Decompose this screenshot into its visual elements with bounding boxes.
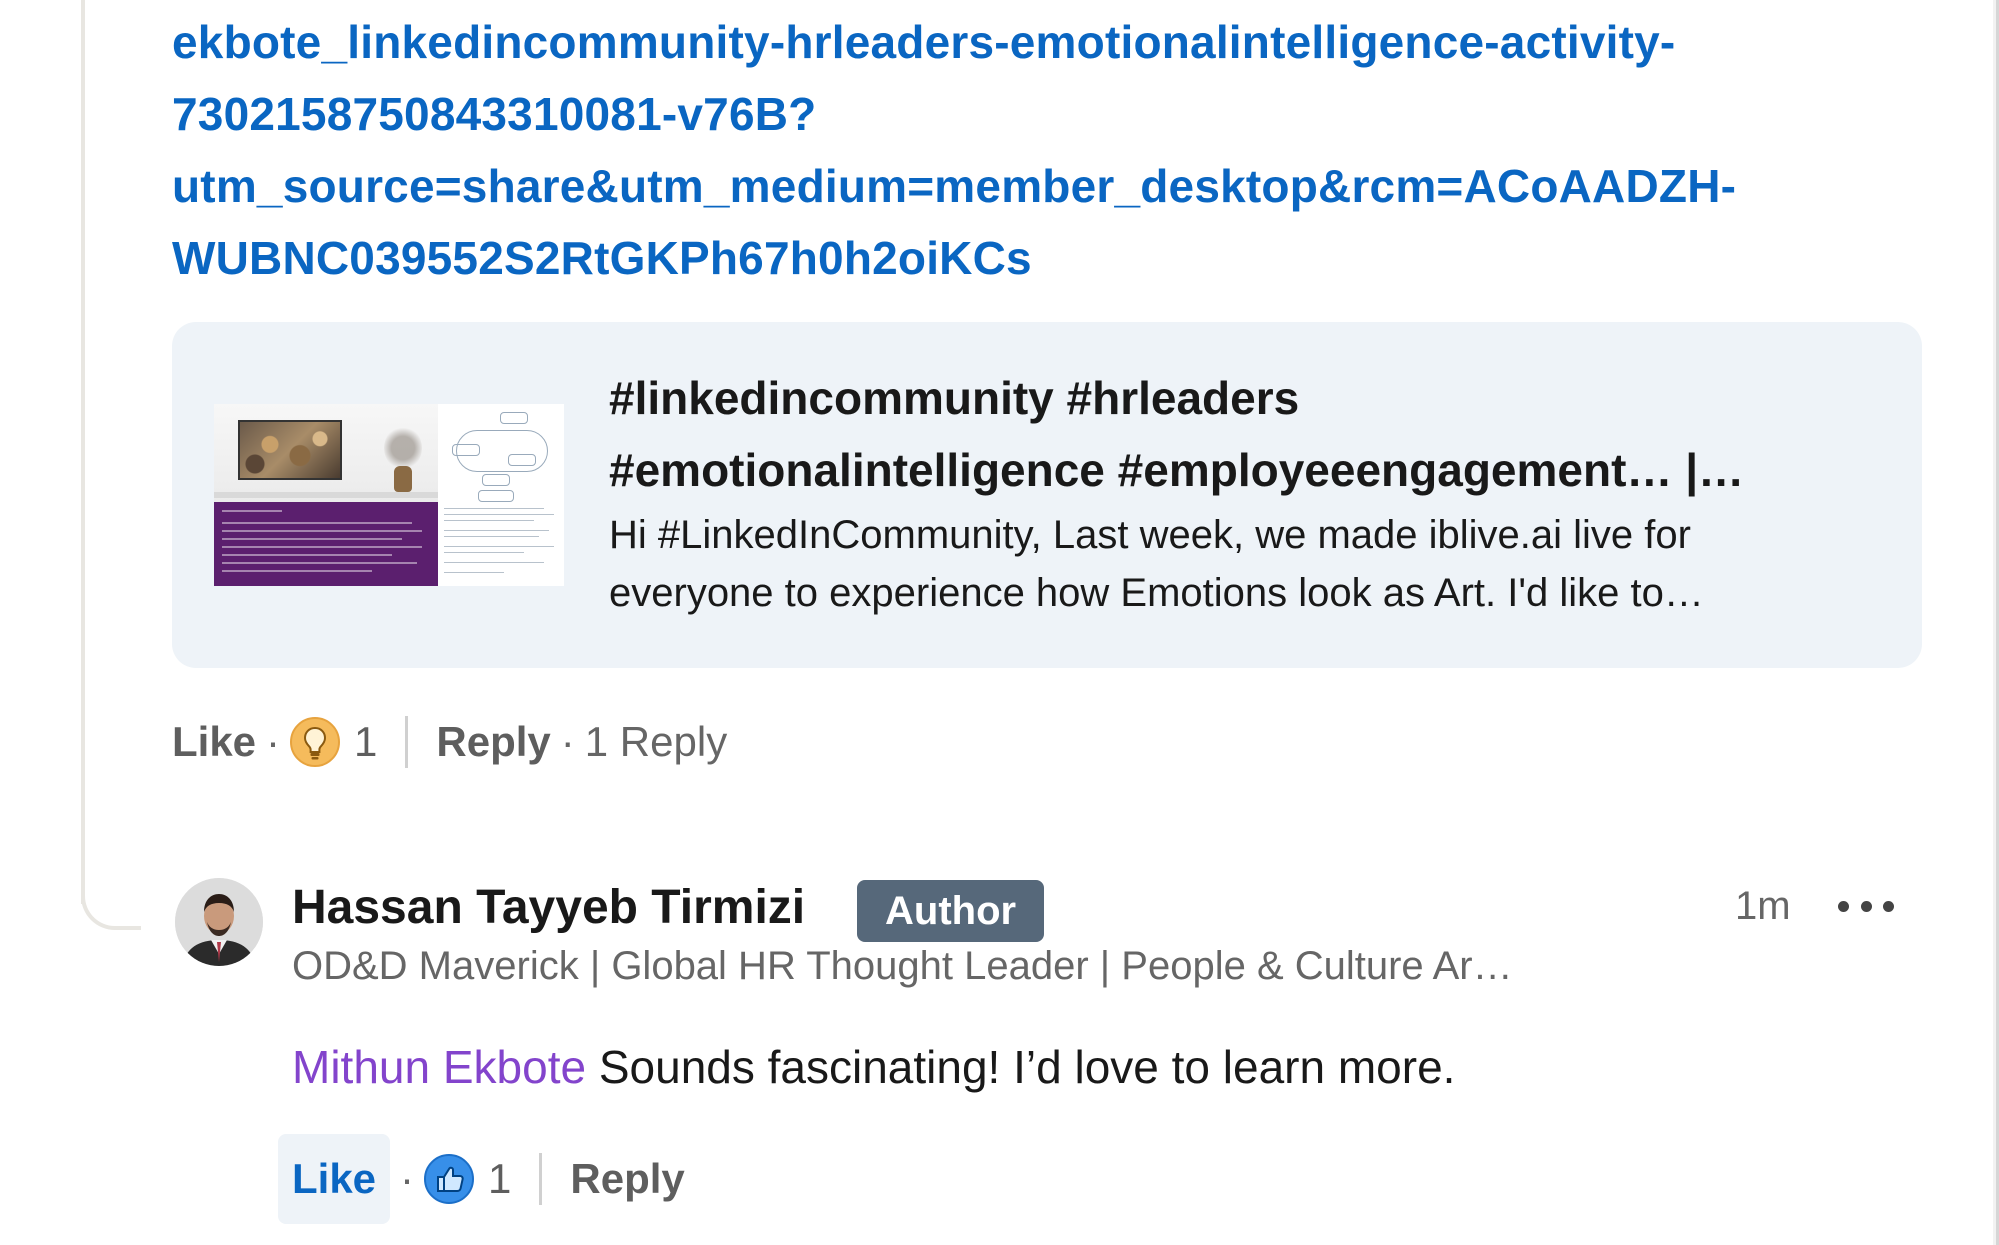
- scrollbar-track[interactable]: [1993, 0, 1999, 1245]
- thread-connector-curve: [81, 864, 141, 930]
- preview-desc-line: Hi #LinkedInCommunity, Last week, we mad…: [609, 513, 1691, 557]
- preview-title-line: #linkedincommunity #hrleaders: [609, 372, 1300, 424]
- link-line[interactable]: WUBNC039552S2RtGKPh67h0h2oiKCs: [172, 222, 1932, 294]
- link-line[interactable]: utm_source=share&utm_medium=member_deskt…: [172, 150, 1932, 222]
- parent-comment-actions: Like · 1 Reply · 1 Reply: [172, 712, 727, 772]
- comment-thread-view: ekbote_linkedincommunity-hrleaders-emoti…: [0, 0, 1999, 1245]
- preview-title-line: #emotionalintelligence #employeeengageme…: [609, 444, 1745, 496]
- more-options-icon[interactable]: [1838, 880, 1894, 932]
- thumbnail-room-scene: [214, 404, 438, 586]
- link-preview-card[interactable]: #linkedincommunity #hrleaders #emotional…: [172, 322, 1922, 668]
- thumbnail-diagram: [438, 404, 564, 586]
- reaction-count[interactable]: 1: [354, 718, 377, 766]
- separator-dot: ·: [560, 718, 575, 765]
- comment-body: Sounds fascinating! I’d love to learn mo…: [586, 1041, 1456, 1093]
- insightful-bulb-icon[interactable]: [290, 717, 341, 767]
- like-thumb-icon[interactable]: [424, 1154, 475, 1204]
- reply-button[interactable]: Reply: [570, 1155, 684, 1203]
- preview-title[interactable]: #linkedincommunity #hrleaders #emotional…: [609, 362, 1889, 506]
- author-headline: OD&D Maverick | Global HR Thought Leader…: [292, 944, 1513, 988]
- comment-timestamp: 1m: [1735, 884, 1791, 928]
- separator-dot: ·: [400, 1155, 415, 1202]
- reply-button[interactable]: Reply: [436, 718, 550, 766]
- preview-thumbnail: [214, 404, 564, 586]
- like-button[interactable]: Like: [172, 718, 256, 766]
- thumbnail-painting: [238, 420, 342, 480]
- link-line[interactable]: ekbote_linkedincommunity-hrleaders-emoti…: [172, 6, 1932, 78]
- like-button-active[interactable]: Like: [278, 1134, 391, 1224]
- separator-dot: ·: [266, 718, 281, 765]
- author-badge: Author: [857, 880, 1045, 942]
- reply-comment-actions: Like · 1 Reply: [278, 1134, 685, 1224]
- action-divider: [539, 1153, 543, 1205]
- reaction-count[interactable]: 1: [488, 1155, 511, 1203]
- mention-link[interactable]: Mithun Ekbote: [292, 1041, 586, 1093]
- thumbnail-text-panel: [214, 502, 438, 586]
- comment-author-name[interactable]: Hassan Tayyeb Tirmizi: [292, 880, 805, 935]
- link-line[interactable]: 7302158750843310081-v76B?: [172, 78, 1932, 150]
- action-divider: [405, 716, 409, 768]
- thread-connector-line: [81, 0, 85, 904]
- comment-text: Mithun Ekbote Sounds fascinating! I’d lo…: [292, 1040, 1455, 1094]
- preview-description: Hi #LinkedInCommunity, Last week, we mad…: [609, 506, 1889, 622]
- preview-desc-line: everyone to experience how Emotions look…: [609, 571, 1704, 615]
- avatar[interactable]: [175, 878, 263, 966]
- shared-link[interactable]: ekbote_linkedincommunity-hrleaders-emoti…: [172, 6, 1932, 294]
- replies-count-link[interactable]: 1 Reply: [585, 718, 727, 766]
